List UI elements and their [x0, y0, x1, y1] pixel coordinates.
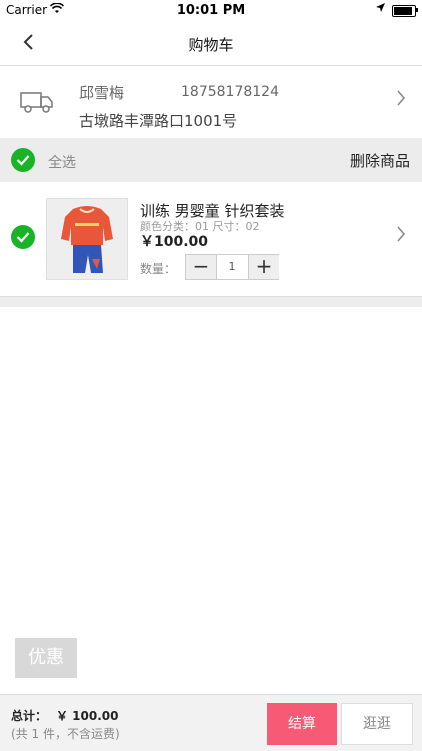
clock: 10:01 PM: [176, 3, 246, 18]
increase-quantity-button[interactable]: +: [248, 255, 279, 279]
recipient-address: 古墩路丰潭路口1001号: [79, 112, 238, 130]
select-all-checkbox[interactable]: [11, 148, 35, 172]
cart-item: 训练 男婴童 针织套装 颜色分类：01 尺寸：02 ￥100.00 数量： − …: [0, 182, 422, 296]
chevron-right-icon: [396, 88, 406, 113]
product-price: ￥100.00: [140, 234, 209, 250]
chevron-right-icon[interactable]: [396, 224, 406, 249]
checkout-button[interactable]: 结算: [267, 703, 337, 745]
browse-button[interactable]: 逛逛: [341, 703, 413, 745]
nav-bar: 购物车: [0, 20, 422, 66]
select-all-bar: 全选 删除商品: [0, 138, 422, 182]
battery-tip: [416, 8, 418, 12]
truck-icon: [20, 90, 54, 114]
coupon-button[interactable]: 优惠: [15, 638, 77, 678]
product-image[interactable]: [46, 198, 128, 280]
section-divider: [0, 296, 422, 307]
total-value: ￥ 100.00: [56, 709, 119, 723]
checkmark-icon: [16, 155, 30, 166]
battery-icon: [392, 5, 416, 17]
select-all-label: 全选: [48, 155, 76, 171]
recipient-name: 邱雪梅: [79, 84, 125, 102]
recipient-phone: 18758178124: [181, 84, 279, 100]
delete-items-button[interactable]: 删除商品: [350, 150, 410, 171]
quantity-stepper: − 1 +: [185, 254, 279, 280]
decrease-quantity-button[interactable]: −: [186, 255, 217, 279]
quantity-value[interactable]: 1: [217, 255, 247, 279]
total-note: (共 1 件，不含运费): [11, 727, 120, 741]
shipping-address-row[interactable]: 邱雪梅 18758178124 古墩路丰潭路口1001号: [0, 66, 422, 138]
location-arrow-icon: [376, 3, 385, 15]
total-label: 总计：: [11, 709, 48, 723]
checkout-bar: 总计： ￥ 100.00 (共 1 件，不含运费) 结算 逛逛: [0, 694, 422, 751]
item-checkbox[interactable]: [11, 225, 35, 249]
page-title: 购物车: [188, 36, 234, 54]
checkmark-icon: [16, 232, 30, 243]
quantity-label: 数量：: [140, 262, 177, 276]
status-bar: Carrier 10:01 PM: [0, 0, 422, 20]
